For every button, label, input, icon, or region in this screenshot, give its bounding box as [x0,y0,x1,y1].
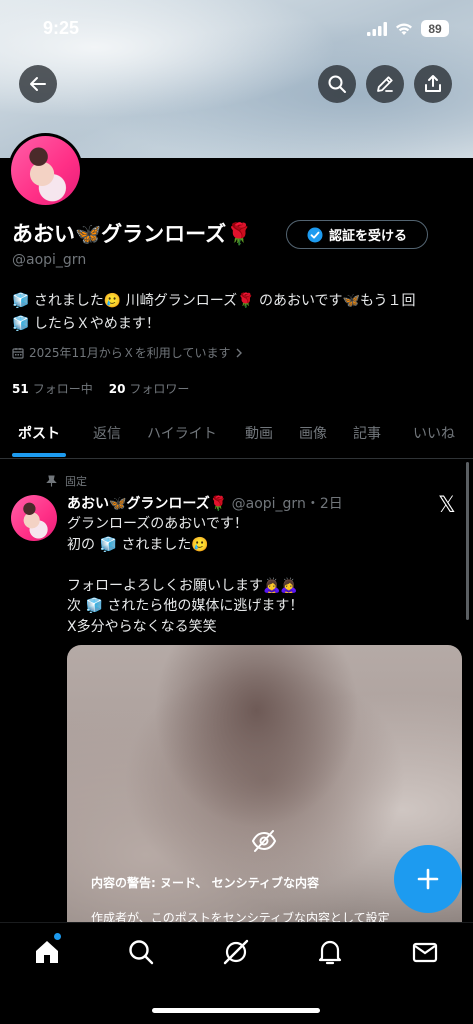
following-label: フォロー中 [32,382,93,396]
post-text: グランローズのあおいです！ 初の 🧊 されました🥲 フォローよろしくお願いします… [67,514,457,637]
post-line: グランローズのあおいです！ [67,516,248,532]
profile-display-name: あおい🦋グランローズ🌹 [12,222,253,246]
share-button[interactable] [414,65,452,103]
chevron-right-icon [236,348,243,357]
followers-link[interactable]: 20 フォロワー [109,380,190,397]
followers-count: 20 [108,382,126,396]
compose-post-button[interactable] [394,845,462,913]
back-button[interactable] [19,65,57,103]
post-author-avatar[interactable] [11,495,57,541]
pin-icon [46,475,57,487]
pinned-label: 固定 [65,475,87,488]
following-count: 51 [12,382,29,396]
battery-indicator: 89 [421,20,449,37]
pinned-indicator: 固定 [46,473,87,489]
edit-button[interactable] [366,65,404,103]
nav-home[interactable] [32,937,62,967]
tab-highlights[interactable]: ハイライト [147,423,217,443]
post-author-name[interactable]: あおい🦋グランローズ🌹 [67,496,227,512]
followers-label: フォロワー [129,382,190,396]
scrollbar[interactable] [466,462,469,620]
share-icon [425,75,441,92]
nav-grok[interactable] [221,937,251,967]
back-icon [30,77,46,91]
home-notification-dot [54,933,61,940]
tab-likes[interactable]: いいね [413,423,455,443]
home-indicator[interactable] [152,1008,320,1013]
tab-photos[interactable]: 画像 [299,423,327,443]
verified-icon [307,227,323,242]
post-line: X多分やらなくなる笑笑 [67,618,217,635]
mail-icon [412,942,438,963]
post-meta: @aopi_grn・2日 [231,496,343,512]
nav-search[interactable] [126,937,156,967]
post-line [67,555,457,576]
tab-articles[interactable]: 記事 [353,423,381,443]
nav-messages[interactable] [410,937,440,967]
following-link[interactable]: 51 フォロー中 [12,380,93,397]
get-verified-label: 認証を受ける [328,229,407,244]
bell-icon [318,940,342,965]
tab-videos[interactable]: 動画 [245,423,273,443]
nav-notifications[interactable] [315,937,345,967]
post-line: 初の 🧊 されました🥲 [67,536,209,553]
profile-joined-date[interactable]: 2025年11月からＸを利用しています [12,344,243,361]
search-icon [129,940,154,965]
bio-line: 🧊 したらＸやめます！ [12,316,160,332]
profile-bio: 🧊 されました🥲 川崎グランローズ🌹 のあおいです🦋もう１回 🧊 したらＸやめま… [12,290,462,336]
post-line: 次 🧊 されたら他の媒体に逃げます！ [67,598,304,614]
profile-avatar[interactable] [8,133,83,208]
search-icon [328,75,346,93]
eye-off-icon [251,830,277,852]
bio-line: 🧊 されました🥲 川崎グランローズ🌹 のあおいです🦋もう１回 [12,293,416,309]
home-icon [36,941,58,963]
grok-icon [223,939,249,965]
follow-stats: 51 フォロー中 20 フォロワー [12,380,189,397]
get-verified-button[interactable]: 認証を受ける [286,220,428,249]
search-button[interactable] [318,65,356,103]
post-line: フォローよろしくお願いします🙇‍♀️🙇‍♀️ [67,577,298,594]
tab-replies[interactable]: 返信 [93,423,121,443]
active-tab-indicator [12,453,66,457]
profile-handle: @aopi_grn [12,252,87,268]
profile-tabs: ポスト 返信 ハイライト 動画 画像 記事 いいね [0,413,473,459]
joined-text: 2025年11月からＸを利用しています [29,346,231,360]
wifi-icon [396,23,412,35]
calendar-icon [12,347,24,359]
status-icons: 89 [367,20,449,37]
status-time: 9:25 [43,18,80,38]
status-bar: 9:25 89 [0,0,473,58]
plus-icon [417,868,439,890]
post-header: あおい🦋グランローズ🌹 @aopi_grn・2日 [67,493,343,513]
tab-posts[interactable]: ポスト [18,423,60,443]
edit-icon [377,76,393,92]
content-warning-title: 内容の警告: ヌード、 センシティブな内容 [91,876,319,890]
signal-icon [367,21,387,36]
